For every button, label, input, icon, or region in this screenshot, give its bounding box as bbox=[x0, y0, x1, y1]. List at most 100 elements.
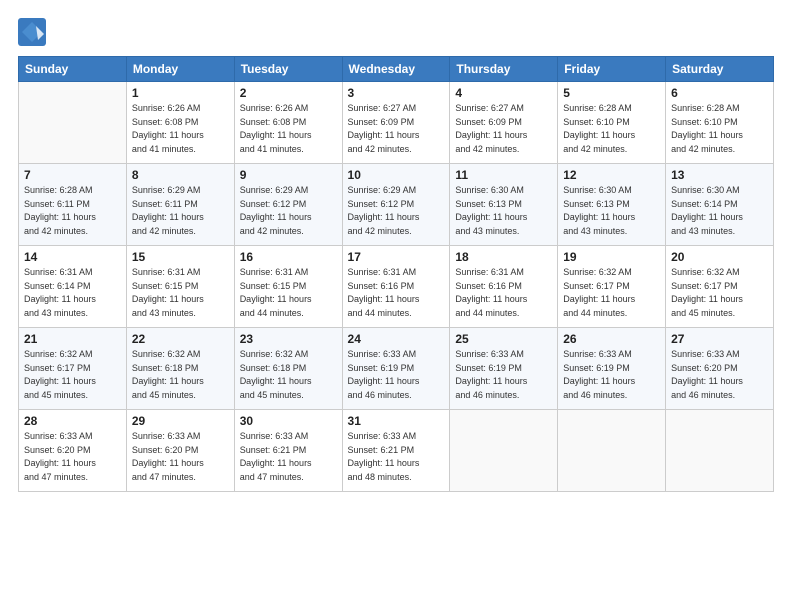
weekday-header-monday: Monday bbox=[126, 57, 234, 82]
calendar-cell: 22 Sunrise: 6:32 AMSunset: 6:18 PMDayligh… bbox=[126, 328, 234, 410]
day-info: Sunrise: 6:33 AMSunset: 6:19 PMDaylight:… bbox=[563, 348, 660, 402]
calendar-cell: 21 Sunrise: 6:32 AMSunset: 6:17 PMDayligh… bbox=[19, 328, 127, 410]
weekday-header-row: SundayMondayTuesdayWednesdayThursdayFrid… bbox=[19, 57, 774, 82]
calendar-table: SundayMondayTuesdayWednesdayThursdayFrid… bbox=[18, 56, 774, 492]
day-number: 30 bbox=[240, 414, 337, 428]
calendar-cell: 31 Sunrise: 6:33 AMSunset: 6:21 PMDayligh… bbox=[342, 410, 450, 492]
page: SundayMondayTuesdayWednesdayThursdayFrid… bbox=[0, 0, 792, 612]
day-number: 19 bbox=[563, 250, 660, 264]
calendar-cell: 12 Sunrise: 6:30 AMSunset: 6:13 PMDayligh… bbox=[558, 164, 666, 246]
day-info: Sunrise: 6:28 AMSunset: 6:10 PMDaylight:… bbox=[671, 102, 768, 156]
day-number: 15 bbox=[132, 250, 229, 264]
week-row-3: 14 Sunrise: 6:31 AMSunset: 6:14 PMDayligh… bbox=[19, 246, 774, 328]
calendar-cell: 20 Sunrise: 6:32 AMSunset: 6:17 PMDayligh… bbox=[666, 246, 774, 328]
day-info: Sunrise: 6:32 AMSunset: 6:18 PMDaylight:… bbox=[240, 348, 337, 402]
calendar-cell bbox=[558, 410, 666, 492]
day-info: Sunrise: 6:33 AMSunset: 6:20 PMDaylight:… bbox=[24, 430, 121, 484]
day-info: Sunrise: 6:28 AMSunset: 6:10 PMDaylight:… bbox=[563, 102, 660, 156]
calendar-cell: 11 Sunrise: 6:30 AMSunset: 6:13 PMDayligh… bbox=[450, 164, 558, 246]
calendar-cell: 29 Sunrise: 6:33 AMSunset: 6:20 PMDayligh… bbox=[126, 410, 234, 492]
calendar-cell: 30Sunrise: 6:33 AMSunset: 6:21 PMDayligh… bbox=[234, 410, 342, 492]
calendar-cell: 18 Sunrise: 6:31 AMSunset: 6:16 PMDayligh… bbox=[450, 246, 558, 328]
day-number: 10 bbox=[348, 168, 445, 182]
day-info: Sunrise: 6:33 AMSunset: 6:20 PMDaylight:… bbox=[671, 348, 768, 402]
calendar-cell: 3 Sunrise: 6:27 AMSunset: 6:09 PMDaylight… bbox=[342, 82, 450, 164]
calendar-cell: 6 Sunrise: 6:28 AMSunset: 6:10 PMDaylight… bbox=[666, 82, 774, 164]
calendar-cell: 13 Sunrise: 6:30 AMSunset: 6:14 PMDayligh… bbox=[666, 164, 774, 246]
calendar-cell: 15 Sunrise: 6:31 AMSunset: 6:15 PMDayligh… bbox=[126, 246, 234, 328]
day-info: Sunrise: 6:29 AMSunset: 6:12 PMDaylight:… bbox=[348, 184, 445, 238]
logo-icon bbox=[18, 18, 46, 46]
calendar-cell: 4Sunrise: 6:27 AMSunset: 6:09 PMDaylight… bbox=[450, 82, 558, 164]
day-info: Sunrise: 6:26 AMSunset: 6:08 PMDaylight:… bbox=[240, 102, 337, 156]
day-info: Sunrise: 6:30 AMSunset: 6:13 PMDaylight:… bbox=[455, 184, 552, 238]
calendar-cell: 10 Sunrise: 6:29 AMSunset: 6:12 PMDayligh… bbox=[342, 164, 450, 246]
weekday-header-sunday: Sunday bbox=[19, 57, 127, 82]
calendar-cell: 1 Sunrise: 6:26 AMSunset: 6:08 PMDaylight… bbox=[126, 82, 234, 164]
day-number: 3 bbox=[348, 86, 445, 100]
day-number: 13 bbox=[671, 168, 768, 182]
calendar-cell: 7Sunrise: 6:28 AMSunset: 6:11 PMDaylight… bbox=[19, 164, 127, 246]
day-number: 9 bbox=[240, 168, 337, 182]
day-info: Sunrise: 6:31 AMSunset: 6:16 PMDaylight:… bbox=[455, 266, 552, 320]
logo bbox=[18, 18, 50, 46]
calendar-cell: 2Sunrise: 6:26 AMSunset: 6:08 PMDaylight… bbox=[234, 82, 342, 164]
calendar-cell: 26Sunrise: 6:33 AMSunset: 6:19 PMDayligh… bbox=[558, 328, 666, 410]
day-number: 23 bbox=[240, 332, 337, 346]
day-number: 1 bbox=[132, 86, 229, 100]
day-info: Sunrise: 6:28 AMSunset: 6:11 PMDaylight:… bbox=[24, 184, 121, 238]
weekday-header-friday: Friday bbox=[558, 57, 666, 82]
day-info: Sunrise: 6:32 AMSunset: 6:17 PMDaylight:… bbox=[24, 348, 121, 402]
day-number: 22 bbox=[132, 332, 229, 346]
day-info: Sunrise: 6:29 AMSunset: 6:12 PMDaylight:… bbox=[240, 184, 337, 238]
day-number: 6 bbox=[671, 86, 768, 100]
day-info: Sunrise: 6:32 AMSunset: 6:17 PMDaylight:… bbox=[563, 266, 660, 320]
calendar-cell: 27 Sunrise: 6:33 AMSunset: 6:20 PMDayligh… bbox=[666, 328, 774, 410]
day-number: 27 bbox=[671, 332, 768, 346]
day-number: 12 bbox=[563, 168, 660, 182]
calendar-cell bbox=[19, 82, 127, 164]
day-number: 24 bbox=[348, 332, 445, 346]
day-info: Sunrise: 6:33 AMSunset: 6:19 PMDaylight:… bbox=[455, 348, 552, 402]
calendar-cell: 28 Sunrise: 6:33 AMSunset: 6:20 PMDayligh… bbox=[19, 410, 127, 492]
day-info: Sunrise: 6:31 AMSunset: 6:15 PMDaylight:… bbox=[240, 266, 337, 320]
day-info: Sunrise: 6:31 AMSunset: 6:15 PMDaylight:… bbox=[132, 266, 229, 320]
week-row-5: 28 Sunrise: 6:33 AMSunset: 6:20 PMDayligh… bbox=[19, 410, 774, 492]
calendar-cell: 25 Sunrise: 6:33 AMSunset: 6:19 PMDayligh… bbox=[450, 328, 558, 410]
day-info: Sunrise: 6:26 AMSunset: 6:08 PMDaylight:… bbox=[132, 102, 229, 156]
calendar-cell: 8Sunrise: 6:29 AMSunset: 6:11 PMDaylight… bbox=[126, 164, 234, 246]
calendar-cell: 5Sunrise: 6:28 AMSunset: 6:10 PMDaylight… bbox=[558, 82, 666, 164]
weekday-header-tuesday: Tuesday bbox=[234, 57, 342, 82]
calendar-cell: 23 Sunrise: 6:32 AMSunset: 6:18 PMDayligh… bbox=[234, 328, 342, 410]
day-info: Sunrise: 6:33 AMSunset: 6:21 PMDaylight:… bbox=[348, 430, 445, 484]
calendar-cell: 17 Sunrise: 6:31 AMSunset: 6:16 PMDayligh… bbox=[342, 246, 450, 328]
day-info: Sunrise: 6:32 AMSunset: 6:18 PMDaylight:… bbox=[132, 348, 229, 402]
day-number: 31 bbox=[348, 414, 445, 428]
day-info: Sunrise: 6:33 AMSunset: 6:20 PMDaylight:… bbox=[132, 430, 229, 484]
day-number: 17 bbox=[348, 250, 445, 264]
calendar-cell: 14 Sunrise: 6:31 AMSunset: 6:14 PMDayligh… bbox=[19, 246, 127, 328]
weekday-header-thursday: Thursday bbox=[450, 57, 558, 82]
weekday-header-saturday: Saturday bbox=[666, 57, 774, 82]
day-number: 20 bbox=[671, 250, 768, 264]
day-info: Sunrise: 6:30 AMSunset: 6:13 PMDaylight:… bbox=[563, 184, 660, 238]
day-number: 16 bbox=[240, 250, 337, 264]
day-number: 18 bbox=[455, 250, 552, 264]
week-row-4: 21 Sunrise: 6:32 AMSunset: 6:17 PMDayligh… bbox=[19, 328, 774, 410]
day-info: Sunrise: 6:31 AMSunset: 6:16 PMDaylight:… bbox=[348, 266, 445, 320]
day-info: Sunrise: 6:27 AMSunset: 6:09 PMDaylight:… bbox=[348, 102, 445, 156]
day-info: Sunrise: 6:30 AMSunset: 6:14 PMDaylight:… bbox=[671, 184, 768, 238]
day-number: 8 bbox=[132, 168, 229, 182]
calendar-cell: 24Sunrise: 6:33 AMSunset: 6:19 PMDayligh… bbox=[342, 328, 450, 410]
day-number: 29 bbox=[132, 414, 229, 428]
day-number: 21 bbox=[24, 332, 121, 346]
day-number: 25 bbox=[455, 332, 552, 346]
calendar-cell: 16 Sunrise: 6:31 AMSunset: 6:15 PMDayligh… bbox=[234, 246, 342, 328]
day-info: Sunrise: 6:32 AMSunset: 6:17 PMDaylight:… bbox=[671, 266, 768, 320]
day-number: 4 bbox=[455, 86, 552, 100]
day-info: Sunrise: 6:31 AMSunset: 6:14 PMDaylight:… bbox=[24, 266, 121, 320]
day-number: 28 bbox=[24, 414, 121, 428]
calendar-cell: 9 Sunrise: 6:29 AMSunset: 6:12 PMDaylight… bbox=[234, 164, 342, 246]
day-number: 14 bbox=[24, 250, 121, 264]
day-number: 11 bbox=[455, 168, 552, 182]
